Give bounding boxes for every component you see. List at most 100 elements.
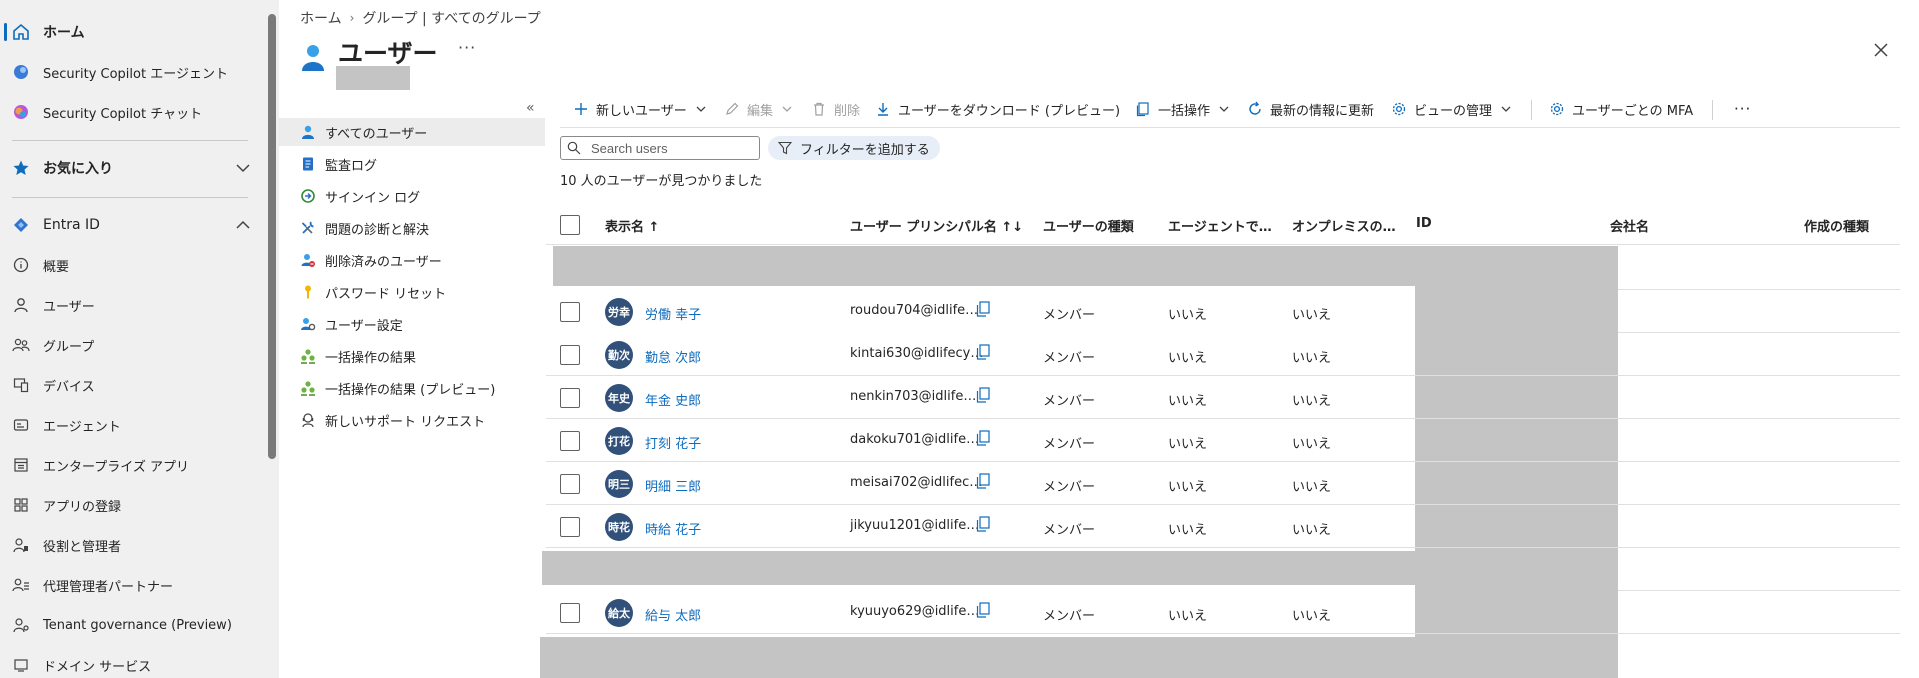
nav-divider [12, 197, 248, 198]
nav-favorites[interactable]: お気に入り [0, 148, 265, 188]
scrollbar-thumb[interactable] [268, 14, 276, 459]
subnav-diagnose[interactable]: 問題の診断と解決 [279, 214, 545, 242]
column-onprem[interactable]: オンプレミスの… [1292, 216, 1396, 235]
nav-tenant-governance[interactable]: Tenant governance (Preview) [0, 605, 265, 645]
subnav-bulk-results-preview[interactable]: 一括操作の結果 (プレビュー) [279, 374, 545, 402]
subnav-deleted-users[interactable]: 削除済みのユーザー [279, 246, 545, 274]
nav-app-registrations[interactable]: アプリの登録 [0, 485, 265, 525]
user-name-link[interactable]: 時給 花子 [645, 519, 701, 538]
bulk-people-icon [301, 349, 315, 364]
user-type-cell: メンバー [1043, 394, 1096, 409]
breadcrumb: ホーム › グループ | すべてのグループ [300, 8, 541, 28]
user-name-link[interactable]: 年金 史郎 [645, 390, 701, 409]
manage-view-button[interactable]: ビューの管理 [1390, 96, 1512, 122]
add-filter-button[interactable]: フィルターを追加する [768, 136, 940, 160]
subnav-user-settings[interactable]: ユーザー設定 [279, 310, 545, 338]
subnav-all-users[interactable]: すべてのユーザー [279, 118, 545, 146]
nav-roles[interactable]: 役割と管理者 [0, 525, 265, 565]
redacted-area [336, 66, 410, 90]
more-commands-button[interactable]: ··· [1734, 96, 1751, 122]
user-name-link[interactable]: 給与 太郎 [645, 605, 701, 624]
collapse-menu-button[interactable]: « [526, 100, 535, 116]
deleted-user-icon [301, 254, 315, 267]
nav-copilot-agent-label: Security Copilot エージェント [43, 66, 228, 82]
download-users-button[interactable]: ユーザーをダウンロード (プレビュー) [874, 96, 1120, 122]
onprem-cell: いいえ [1292, 394, 1332, 409]
nav-domain-services[interactable]: ドメイン サービス [0, 645, 265, 678]
download-users-label: ユーザーをダウンロード (プレビュー) [898, 103, 1121, 119]
download-icon [874, 100, 892, 118]
close-button[interactable] [1869, 38, 1893, 62]
nav-copilot-chat[interactable]: Security Copilot チャット [0, 92, 265, 132]
copy-icon[interactable] [976, 473, 990, 489]
breadcrumb-groups[interactable]: グループ | すべてのグループ [362, 8, 540, 28]
subnav-password-reset[interactable]: パスワード リセット [279, 278, 545, 306]
delete-button[interactable]: 削除 [810, 96, 860, 122]
nav-groups[interactable]: グループ [0, 325, 265, 365]
user-name-link[interactable]: 労働 幸子 [645, 304, 701, 323]
nav-entra[interactable]: Entra ID [0, 205, 265, 245]
row-checkbox[interactable] [560, 345, 580, 365]
nav-delegated-partners-label: 代理管理者パートナー [43, 579, 174, 595]
nav-agents[interactable]: エージェント [0, 405, 265, 445]
new-user-button[interactable]: 新しいユーザー [572, 96, 707, 122]
copy-icon[interactable] [976, 344, 990, 360]
person-badge-icon [12, 536, 30, 554]
avatar: 給太 [605, 599, 633, 627]
column-company[interactable]: 会社名 [1610, 216, 1649, 235]
search-box[interactable] [560, 136, 760, 160]
user-settings-icon [301, 318, 316, 331]
row-checkbox[interactable] [560, 388, 580, 408]
column-user-type[interactable]: ユーザーの種類 [1043, 216, 1134, 235]
subnav-bulk-results[interactable]: 一括操作の結果 [279, 342, 545, 370]
more-options-button[interactable]: ··· [458, 38, 476, 57]
column-agent[interactable]: エージェントで… [1168, 216, 1272, 235]
row-checkbox[interactable] [560, 517, 580, 537]
subnav-audit-logs[interactable]: 監査ログ [279, 150, 545, 178]
user-name-link[interactable]: 打刻 花子 [645, 433, 701, 452]
copy-icon[interactable] [976, 516, 990, 532]
row-checkbox[interactable] [560, 302, 580, 322]
refresh-button[interactable]: 最新の情報に更新 [1246, 96, 1374, 122]
person-icon [302, 125, 314, 139]
breadcrumb-home[interactable]: ホーム [300, 8, 342, 28]
trash-icon [810, 100, 828, 118]
copy-icon[interactable] [976, 301, 990, 317]
left-nav-scrollbar[interactable] [265, 0, 279, 678]
nav-home[interactable]: ホーム [0, 12, 265, 52]
subnav-signin-logs[interactable]: サインイン ログ [279, 182, 545, 210]
per-user-mfa-button[interactable]: ユーザーごとの MFA [1548, 96, 1693, 122]
nav-overview[interactable]: 概要 [0, 245, 265, 285]
search-input[interactable] [591, 140, 751, 156]
copilot-chat-icon [12, 103, 30, 121]
row-checkbox[interactable] [560, 603, 580, 623]
user-name-link[interactable]: 勤怠 次郎 [645, 347, 701, 366]
column-display-name[interactable]: 表示名 ↑ [605, 216, 659, 235]
nav-users[interactable]: ユーザー [0, 285, 265, 325]
nav-enterprise-apps[interactable]: エンタープライズ アプリ [0, 445, 265, 485]
copy-icon[interactable] [976, 430, 990, 446]
nav-devices-label: デバイス [43, 379, 95, 395]
nav-devices[interactable]: デバイス [0, 365, 265, 405]
copy-icon[interactable] [976, 387, 990, 403]
column-creation-type[interactable]: 作成の種類 [1804, 216, 1869, 235]
apps-icon [12, 456, 30, 474]
bulk-operations-button[interactable]: 一括操作 [1134, 96, 1230, 122]
column-upn[interactable]: ユーザー プリンシパル名 ↑↓ [850, 216, 1023, 235]
user-name-link[interactable]: 明細 三郎 [645, 476, 701, 495]
row-checkbox[interactable] [560, 431, 580, 451]
onprem-cell: いいえ [1292, 351, 1332, 366]
subnav-support-request[interactable]: 新しいサポート リクエスト [279, 406, 545, 434]
nav-delegated-partners[interactable]: 代理管理者パートナー [0, 565, 265, 605]
nav-copilot-agent[interactable]: Security Copilot エージェント [0, 52, 265, 92]
copy-icon[interactable] [976, 602, 990, 618]
edit-button[interactable]: 編集 [723, 96, 793, 122]
onprem-cell: いいえ [1292, 308, 1332, 323]
row-divider [546, 547, 1900, 548]
nav-enterprise-apps-label: エンタープライズ アプリ [43, 459, 189, 475]
select-all-checkbox[interactable] [560, 215, 580, 235]
column-id[interactable]: ID [1416, 216, 1432, 231]
row-checkbox[interactable] [560, 474, 580, 494]
subnav-label: すべてのユーザー [325, 126, 428, 142]
nav-entra-label: Entra ID [43, 217, 100, 233]
